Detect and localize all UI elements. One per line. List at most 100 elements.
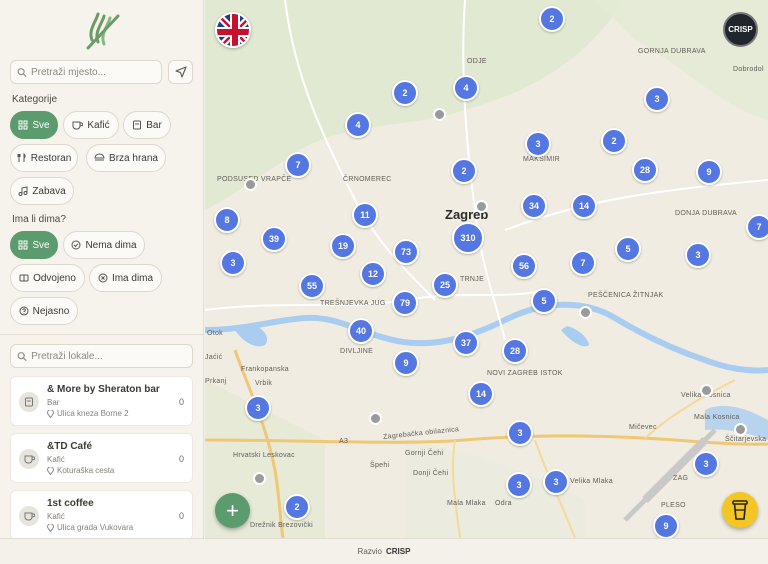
place-review-count: 0 [178,454,184,464]
map-label: DONJA DUBRAVA [675,210,737,217]
cluster-marker[interactable]: 2 [539,6,565,32]
venue-marker[interactable] [700,384,713,397]
pin-icon [47,466,54,475]
category-chip-fastfood[interactable]: Brza hrana [86,144,166,172]
brand-badge-button[interactable]: CRISP [723,12,758,47]
add-place-button[interactable]: + [215,493,250,528]
grid-icon [18,240,28,250]
cluster-marker[interactable]: 2 [284,494,310,520]
divider [0,334,203,335]
cluster-marker[interactable]: 4 [453,75,479,101]
chip-label: Nema dima [85,239,137,251]
cluster-marker[interactable]: 9 [393,350,419,376]
cluster-marker[interactable]: 2 [392,80,418,106]
category-chip-restaurant[interactable]: Restoran [10,144,78,172]
smoke-chip-separated[interactable]: Odvojeno [10,264,85,292]
cluster-marker[interactable]: 55 [299,273,325,299]
map-label: Ščitarjevska [725,436,767,443]
chip-label: Zabava [32,185,66,197]
smoke-chip-all[interactable]: Sve [10,231,58,259]
map-label: Otok [207,330,223,337]
map-label: Hrvatski Leskovac [233,452,295,459]
cluster-marker[interactable]: 3 [685,242,711,268]
venue-marker[interactable] [253,472,266,485]
cluster-marker[interactable]: 3 [543,469,569,495]
footer-brand-link[interactable]: CRISP [386,547,410,556]
map-label: Prkanj [205,378,227,385]
cluster-marker[interactable]: 7 [285,152,311,178]
cluster-marker[interactable]: 9 [653,513,679,538]
cluster-marker[interactable]: 3 [245,395,271,421]
cluster-marker[interactable]: 37 [453,330,479,356]
cluster-marker[interactable]: 39 [261,226,287,252]
cluster-marker[interactable]: 7 [570,250,596,276]
cluster-marker[interactable]: 34 [521,193,547,219]
cluster-marker[interactable]: 7 [746,214,768,240]
cluster-marker[interactable]: 19 [330,233,356,259]
cup-button[interactable] [722,492,758,528]
cluster-marker[interactable]: 25 [432,272,458,298]
place-search-input[interactable] [30,66,161,78]
cluster-marker[interactable]: 28 [632,157,658,183]
map-label: TRNJE [460,276,485,283]
cluster-marker[interactable]: 310 [452,222,484,254]
place-list-item[interactable]: & More by Sheraton bar Bar Ulica kneza B… [10,376,193,426]
cluster-marker[interactable]: 12 [360,261,386,287]
map-label: Donji Čehi [413,470,449,477]
footer-prefix: Razvio [357,547,382,556]
venue-marker[interactable] [579,306,592,319]
cluster-marker[interactable]: 8 [214,207,240,233]
cluster-marker[interactable]: 2 [601,128,627,154]
category-chip-bar[interactable]: Bar [123,111,171,139]
pin-icon [47,409,54,418]
grid-icon [18,120,28,130]
cluster-marker[interactable]: 56 [511,253,537,279]
map-label: Mičevec [629,424,657,431]
category-chip-entertainment[interactable]: Zabava [10,177,74,205]
places-search-box[interactable] [10,344,193,368]
x-circle-icon [98,273,108,283]
place-search-box[interactable] [10,60,162,84]
cluster-marker[interactable]: 14 [571,193,597,219]
cluster-marker[interactable]: 14 [468,381,494,407]
footer: Razvio CRISP [0,538,768,564]
smoke-chip-unclear[interactable]: Nejasno [10,297,78,325]
category-chip-cafe[interactable]: Kafić [63,111,119,139]
venue-marker[interactable] [433,108,446,121]
place-address-text: Koturaška cesta [57,466,115,475]
venue-marker[interactable] [475,200,488,213]
smoke-chip-no-smoke[interactable]: Nema dima [63,231,145,259]
cluster-marker[interactable]: 3 [220,250,246,276]
venue-marker[interactable] [244,178,257,191]
cluster-marker[interactable]: 5 [531,288,557,314]
smoke-chip-smoking[interactable]: Ima dima [89,264,162,292]
places-search-input[interactable] [31,350,192,362]
cluster-marker[interactable]: 3 [644,86,670,112]
cluster-marker[interactable]: 2 [451,158,477,184]
venue-marker[interactable] [369,412,382,425]
cluster-marker[interactable]: 3 [693,451,719,477]
cluster-marker[interactable]: 3 [525,131,551,157]
sidebar: Kategorije Sve Kafić Bar Restoran Brza h… [0,0,204,538]
cluster-marker[interactable]: 3 [507,420,533,446]
place-review-count: 0 [178,511,184,521]
venue-marker[interactable] [734,423,747,436]
cluster-marker[interactable]: 73 [393,239,419,265]
language-switch-button[interactable] [215,12,251,48]
locate-me-button[interactable] [168,60,193,84]
cluster-marker[interactable]: 40 [348,318,374,344]
cluster-marker[interactable]: 5 [615,236,641,262]
map-label: Drežnik Brezovički [250,522,313,529]
cluster-marker[interactable]: 79 [392,290,418,316]
cluster-marker[interactable]: 28 [502,338,528,364]
search-icon [17,67,27,77]
cluster-marker[interactable]: 11 [352,202,378,228]
cluster-marker[interactable]: 3 [506,472,532,498]
map-canvas[interactable]: GORNJA DUBRAVA Dobrodol PODSUSED VRAPČE … [205,0,768,538]
cluster-marker[interactable]: 4 [345,112,371,138]
category-chip-all[interactable]: Sve [10,111,58,139]
check-circle-icon [71,240,81,250]
place-list-item[interactable]: &TD Café Kafić Koturaška cesta 0 [10,433,193,483]
place-list-item[interactable]: 1st coffee Kafić Ulica grada Vukovara 0 [10,490,193,538]
cluster-marker[interactable]: 9 [696,159,722,185]
